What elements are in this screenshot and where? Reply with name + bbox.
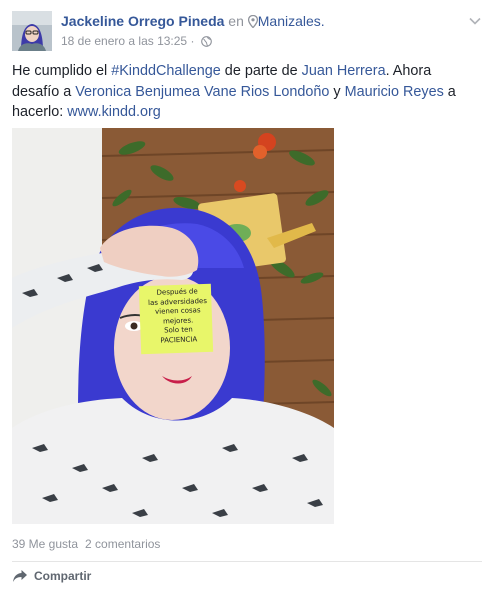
share-label: Compartir xyxy=(34,569,92,583)
facebook-post: Jackeline Orrego Pineda en Manizales. 18… xyxy=(0,0,494,589)
meta-separator: · xyxy=(190,34,195,48)
in-word: en xyxy=(228,13,244,29)
author-name-link[interactable]: Jackeline Orrego Pineda xyxy=(61,13,224,29)
location-link[interactable]: Manizales. xyxy=(258,13,325,29)
share-arrow-icon xyxy=(13,570,27,582)
mention-link[interactable]: Vane Rios Londoño xyxy=(204,84,329,100)
author-avatar[interactable] xyxy=(12,11,52,51)
mention-link[interactable]: Juan Herrera xyxy=(302,63,386,79)
share-button[interactable]: Compartir xyxy=(12,567,91,585)
text-part: de parte de xyxy=(220,63,302,79)
text-part: y xyxy=(329,83,345,100)
post-timestamp[interactable]: 18 de enero a las 13:25 xyxy=(61,34,187,48)
post-header-title: Jackeline Orrego Pineda en Manizales. xyxy=(61,12,325,30)
post-text: He cumplido el #KinddChallenge de parte … xyxy=(12,61,482,123)
post-stats: 39 Me gusta 2 comentarios xyxy=(12,536,160,552)
external-link[interactable]: www.kindd.org xyxy=(67,104,161,120)
sticky-note-text: Después de las adversidades vienen cosas… xyxy=(143,287,213,346)
comments-count[interactable]: 2 comentarios xyxy=(85,537,160,551)
likes-count[interactable]: 39 Me gusta xyxy=(12,537,78,551)
location-pin-icon xyxy=(247,14,258,32)
post-meta: 18 de enero a las 13:25 · xyxy=(61,33,212,49)
divider xyxy=(12,561,482,562)
chevron-down-icon[interactable] xyxy=(468,14,482,28)
post-photo[interactable]: Después de las adversidades vienen cosas… xyxy=(12,128,334,524)
mention-link[interactable]: Veronica Benjumea xyxy=(75,84,200,100)
mention-link[interactable]: Mauricio Reyes xyxy=(345,84,444,100)
globe-icon[interactable] xyxy=(200,35,212,51)
hashtag-link[interactable]: #KinddChallenge xyxy=(111,63,221,79)
text-part: He cumplido el xyxy=(12,63,112,79)
